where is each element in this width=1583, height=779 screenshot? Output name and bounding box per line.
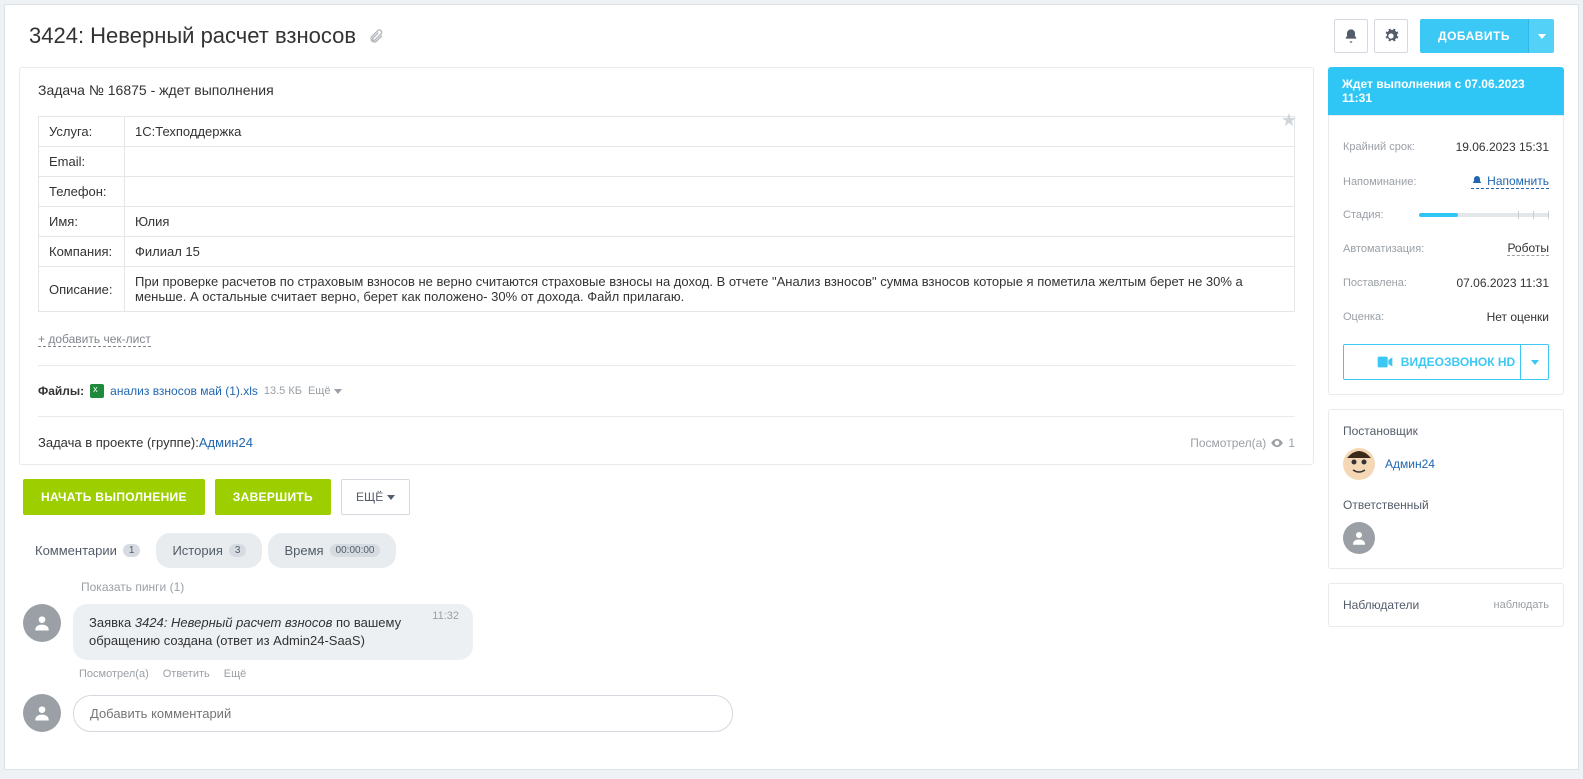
file-link[interactable]: анализ взносов май (1).xls [110, 384, 258, 398]
label-company: Компания: [39, 237, 125, 267]
viewed-label: Посмотрел(а) [1190, 436, 1266, 450]
comment-reply-link[interactable]: Ответить [163, 668, 210, 680]
responsible-heading: Ответственный [1343, 498, 1549, 512]
comment-more-link[interactable]: Ещё [224, 668, 247, 680]
created-label: Поставлена: [1343, 277, 1407, 289]
label-service: Услуга: [39, 117, 125, 147]
videocall-icon [1377, 356, 1393, 368]
file-more-link[interactable]: Ещё [308, 385, 342, 397]
add-checklist-link[interactable]: + добавить чек-лист [38, 332, 151, 347]
rating-value: Нет оценки [1487, 310, 1549, 324]
stage-label: Стадия: [1343, 209, 1384, 221]
show-pings-link[interactable]: Показать пинги (1) [81, 580, 1310, 594]
comment-viewed-link[interactable]: Посмотрел(а) [79, 668, 149, 680]
add-button[interactable]: ДОБАВИТЬ [1420, 19, 1528, 53]
poster-heading: Постановщик [1343, 424, 1549, 438]
tab-comments-count: 1 [123, 544, 141, 557]
value-name: Юлия [125, 207, 1295, 237]
tab-history[interactable]: История 3 [156, 533, 262, 568]
complete-button[interactable]: ЗАВЕРШИТЬ [215, 479, 331, 515]
videocall-button[interactable]: ВИДЕОЗВОНОК HD [1343, 344, 1549, 380]
start-button[interactable]: НАЧАТЬ ВЫПОЛНЕНИЕ [23, 479, 205, 515]
eye-icon [1270, 436, 1284, 450]
poster-name[interactable]: Админ24 [1385, 457, 1435, 471]
files-label: Файлы: [38, 384, 84, 398]
status-banner: Ждет выполнения с 07.06.2023 11:31 [1328, 67, 1564, 115]
remind-link[interactable]: Напомнить [1471, 174, 1549, 189]
project-label: Задача в проекте (группе): [38, 435, 199, 450]
comment-bubble: 11:32 Заявка 3424: Неверный расчет взнос… [73, 604, 473, 660]
deadline-value: 19.06.2023 15:31 [1456, 140, 1549, 154]
deadline-label: Крайний срок: [1343, 141, 1415, 153]
tab-history-count: 3 [229, 544, 247, 557]
notifications-button[interactable] [1334, 19, 1368, 53]
settings-button[interactable] [1374, 19, 1408, 53]
file-size: 13.5 КБ [264, 385, 302, 397]
comment-time: 11:32 [432, 610, 459, 622]
watchers-heading: Наблюдатели [1343, 598, 1419, 612]
value-description: При проверке расчетов по страховым взнос… [125, 267, 1295, 312]
value-email [125, 147, 1295, 177]
xls-file-icon [90, 384, 104, 398]
automation-link[interactable]: Роботы [1507, 241, 1549, 256]
star-icon[interactable]: ★ [1281, 110, 1297, 131]
responsible-avatar[interactable] [1343, 522, 1375, 554]
tab-time-value: 00:00:00 [330, 544, 381, 557]
label-email: Email: [39, 147, 125, 177]
more-actions-button[interactable]: ЕЩЁ [341, 479, 410, 515]
stage-progress[interactable] [1419, 213, 1549, 217]
value-phone [125, 177, 1295, 207]
watch-link[interactable]: наблюдать [1494, 599, 1550, 611]
attach-icon[interactable] [368, 28, 384, 44]
automation-label: Автоматизация: [1343, 243, 1424, 255]
comment-avatar [23, 604, 61, 642]
details-table: Услуга:1С:Техподдержка Email: Телефон: И… [38, 116, 1295, 312]
page-title: 3424: Неверный расчет взносов [29, 23, 356, 49]
tab-time[interactable]: Время 00:00:00 [268, 533, 396, 568]
rating-label: Оценка: [1343, 311, 1384, 323]
remind-label: Напоминание: [1343, 176, 1416, 188]
poster-avatar[interactable] [1343, 448, 1375, 480]
comment-text: Заявка 3424: Неверный расчет взносов по … [89, 614, 457, 650]
remind-icon [1471, 175, 1483, 187]
created-value: 07.06.2023 11:31 [1456, 276, 1549, 290]
tab-comments[interactable]: Комментарии 1 [19, 533, 156, 568]
value-service: 1С:Техподдержка [125, 117, 1295, 147]
project-link[interactable]: Админ24 [199, 435, 253, 450]
task-subtitle: Задача № 16875 - ждет выполнения [38, 82, 1295, 98]
add-button-caret[interactable] [1528, 19, 1554, 53]
comment-input[interactable] [73, 695, 733, 732]
viewed-count: 1 [1288, 436, 1295, 450]
current-user-avatar [23, 694, 61, 732]
label-name: Имя: [39, 207, 125, 237]
value-company: Филиал 15 [125, 237, 1295, 267]
label-description: Описание: [39, 267, 125, 312]
label-phone: Телефон: [39, 177, 125, 207]
